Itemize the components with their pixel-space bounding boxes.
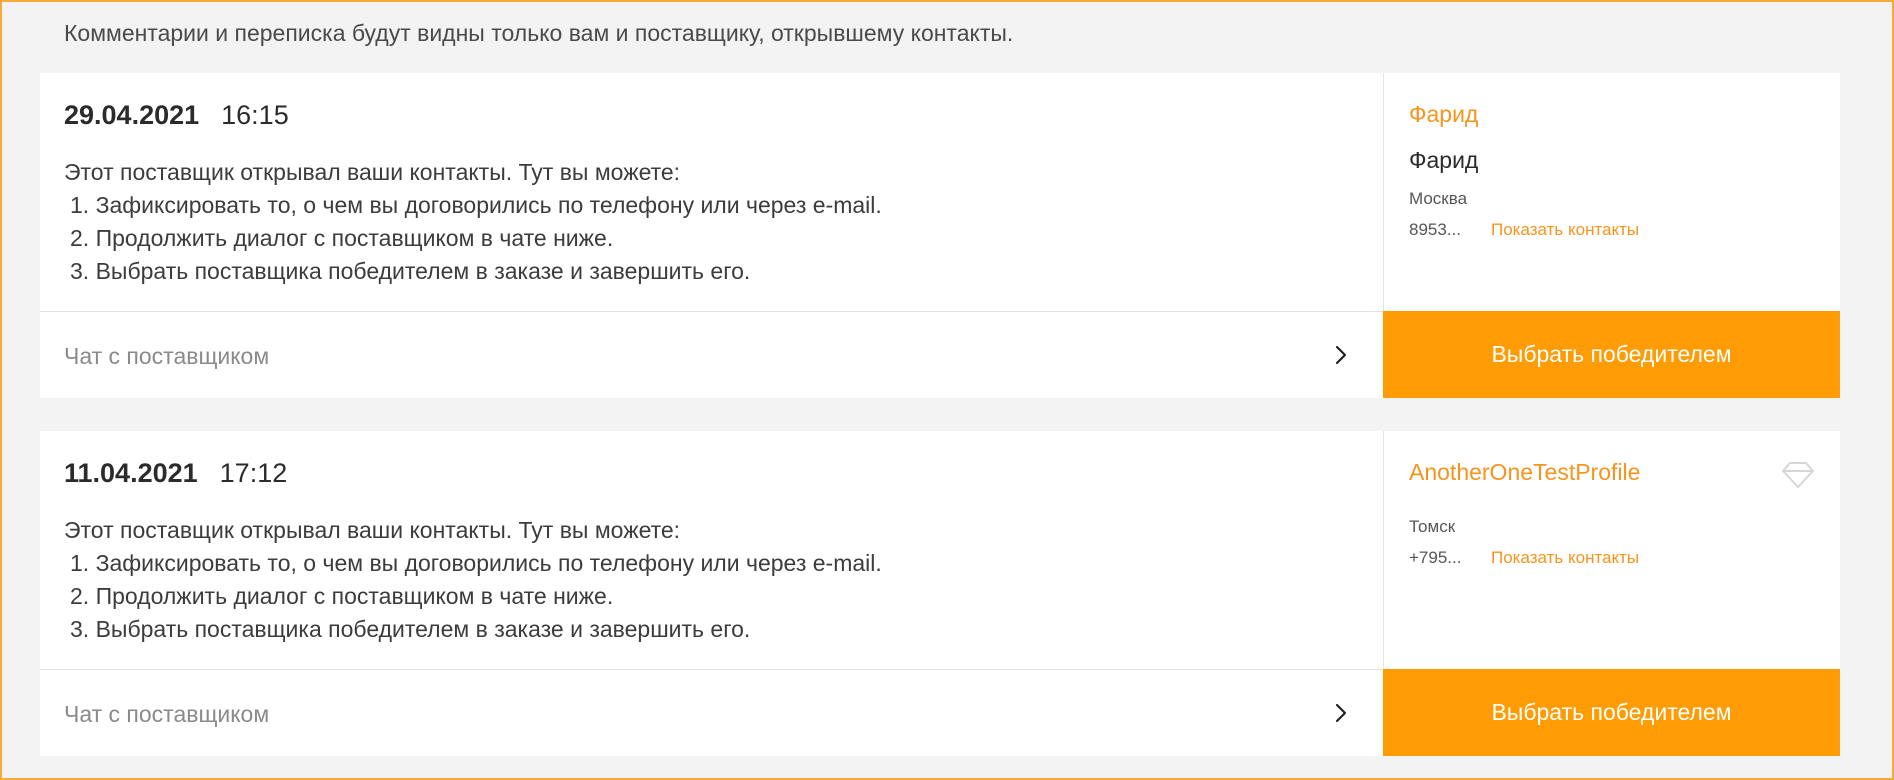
message-intro: Этот поставщик открывал ваши контакты. Т… (64, 517, 681, 543)
offer-card: 11.04.2021 17:12 Этот поставщик открывал … (40, 431, 1840, 756)
supplier-city: Москва (1409, 189, 1468, 208)
supplier-info: AnotherOneTestProfile Томск +795... Пока… (1383, 431, 1840, 669)
choose-winner-button[interactable]: Выбрать победителем (1383, 669, 1840, 756)
chevron-right-icon (1335, 345, 1347, 365)
message-item: 1. Зафиксировать то, о чем вы договорили… (70, 550, 882, 576)
offer-datetime: 11.04.2021 17:12 (64, 456, 287, 490)
show-contacts-link[interactable]: Показать контакты (1491, 546, 1639, 570)
diamond-icon (1782, 462, 1814, 488)
privacy-notice: Комментарии и переписка будут видны толь… (64, 20, 1014, 46)
offer-details: 29.04.2021 16:15 Этот поставщик открывал … (40, 73, 1383, 311)
offer-message: Этот поставщик открывал ваши контакты. Т… (64, 156, 882, 288)
supplier-name: Фарид (1409, 147, 1479, 173)
choose-winner-button[interactable]: Выбрать победителем (1383, 311, 1840, 398)
message-intro: Этот поставщик открывал ваши контакты. Т… (64, 159, 681, 185)
supplier-profile-link[interactable]: Фарид (1409, 98, 1478, 130)
offer-time: 16:15 (221, 100, 289, 130)
chat-label: Чат с поставщиком (64, 343, 270, 369)
supplier-city: Томск (1409, 517, 1456, 536)
offer-time: 17:12 (219, 458, 288, 488)
offers-panel: Комментарии и переписка будут видны толь… (0, 0, 1894, 780)
chevron-right-icon (1335, 703, 1347, 723)
chat-label: Чат с поставщиком (64, 701, 270, 727)
offer-date: 29.04.2021 (64, 100, 200, 130)
offer-details: 11.04.2021 17:12 Этот поставщик открывал … (40, 431, 1383, 669)
supplier-profile-link[interactable]: AnotherOneTestProfile (1409, 456, 1640, 488)
message-item: 1. Зафиксировать то, о чем вы договорили… (70, 192, 882, 218)
supplier-phone: +795... (1409, 548, 1462, 567)
offer-date: 11.04.2021 (64, 458, 198, 488)
message-item: 2. Продолжить диалог с поставщиком в чат… (70, 583, 614, 609)
offer-datetime: 29.04.2021 16:15 (64, 98, 289, 132)
message-item: 2. Продолжить диалог с поставщиком в чат… (70, 225, 614, 251)
offer-card: 29.04.2021 16:15 Этот поставщик открывал … (40, 73, 1840, 398)
offer-message: Этот поставщик открывал ваши контакты. Т… (64, 514, 882, 646)
message-item: 3. Выбрать поставщика победителем в зака… (70, 258, 751, 284)
chat-with-supplier-button[interactable]: Чат с поставщиком (40, 669, 1383, 756)
message-item: 3. Выбрать поставщика победителем в зака… (70, 616, 751, 642)
chat-with-supplier-button[interactable]: Чат с поставщиком (40, 311, 1383, 398)
supplier-info: Фарид Фарид Москва 8953... Показать конт… (1383, 73, 1840, 311)
supplier-phone: 8953... (1409, 220, 1461, 239)
show-contacts-link[interactable]: Показать контакты (1491, 218, 1639, 242)
